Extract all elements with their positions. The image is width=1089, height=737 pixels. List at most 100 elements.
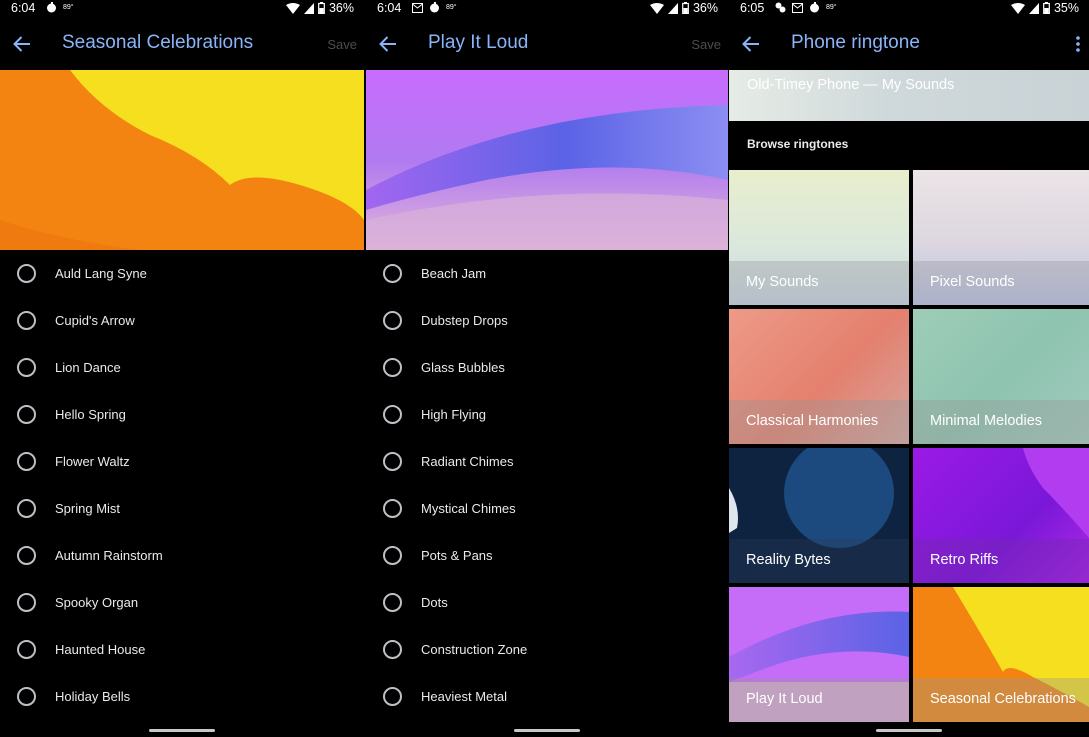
section-heading: Browse ringtones (747, 137, 849, 151)
radio-button[interactable] (17, 264, 36, 283)
battery-percent: 35% (1053, 1, 1079, 15)
ringtone-item[interactable]: Autumn Rainstorm (0, 532, 364, 579)
ringtone-item[interactable]: Pots & Pans (366, 532, 728, 579)
gesture-handle[interactable] (514, 729, 580, 732)
radio-button[interactable] (17, 546, 36, 565)
save-button[interactable]: Save (691, 37, 721, 52)
current-ringtone-text: Old-Timey Phone — My Sounds (747, 77, 955, 93)
battery-percent: 36% (328, 1, 354, 15)
ringtone-item[interactable]: Dots (366, 579, 728, 626)
battery-icon (1043, 2, 1050, 14)
wifi-icon (1010, 2, 1025, 14)
arrow-back-icon[interactable] (378, 34, 398, 54)
ringtone-label: Holiday Bells (55, 689, 131, 704)
radio-button[interactable] (17, 405, 36, 424)
gesture-handle[interactable] (149, 729, 215, 732)
ringtone-label: Hello Spring (55, 407, 126, 422)
app-bar: Phone ringtone (729, 17, 1089, 70)
category-tile-reality-bytes[interactable]: Reality Bytes (729, 448, 909, 583)
ringtone-item[interactable]: Radiant Chimes (366, 438, 728, 485)
radio-button[interactable] (383, 687, 402, 706)
notification-app-icon (810, 2, 819, 13)
ringtone-item[interactable]: Mystical Chimes (366, 485, 728, 532)
arrow-back-icon[interactable] (741, 34, 761, 54)
ringtone-item[interactable]: Lion Dance (0, 344, 364, 391)
category-tile-play-it-loud[interactable]: Play It Loud (729, 587, 909, 722)
signal-icon (667, 2, 678, 14)
radio-button[interactable] (17, 452, 36, 471)
category-label: Classical Harmonies (746, 413, 879, 429)
category-label: My Sounds (746, 274, 819, 290)
ringtone-item[interactable]: Hello Spring (0, 391, 364, 438)
app-bar: Seasonal Celebrations Save (0, 17, 364, 70)
ringtone-item[interactable]: Holiday Bells (0, 673, 364, 720)
category-tile-seasonal-celebrations[interactable]: Seasonal Celebrations (913, 587, 1089, 722)
ringtone-item[interactable]: Heaviest Metal (366, 673, 728, 720)
ringtone-item[interactable]: Flower Waltz (0, 438, 364, 485)
radio-button[interactable] (383, 546, 402, 565)
ringtone-item[interactable]: Auld Lang Syne (0, 250, 364, 297)
ringtone-item[interactable]: Spring Mist (0, 485, 364, 532)
status-bar: 6:04 89° 36% (366, 0, 728, 17)
ringtone-label: Auld Lang Syne (55, 266, 147, 281)
ringtone-list: Auld Lang Syne Cupid's Arrow Lion Dance … (0, 250, 364, 720)
radio-button[interactable] (17, 358, 36, 377)
radio-button[interactable] (383, 405, 402, 424)
ringtone-label: Spooky Organ (55, 595, 139, 610)
category-tile-my-sounds[interactable]: My Sounds (729, 170, 909, 305)
category-label: Retro Riffs (930, 552, 999, 568)
radio-button[interactable] (383, 452, 402, 471)
ringtone-label: Beach Jam (421, 266, 487, 281)
radio-button[interactable] (17, 499, 36, 518)
ringtone-label: Haunted House (55, 642, 146, 657)
radio-button[interactable] (383, 264, 402, 283)
radio-button[interactable] (17, 311, 36, 330)
category-label: Minimal Melodies (930, 413, 1043, 429)
ringtone-label: High Flying (421, 407, 487, 422)
battery-percent: 36% (692, 1, 718, 15)
battery-icon (682, 2, 689, 14)
ringtone-label: Pots & Pans (421, 548, 493, 563)
ringtone-item[interactable]: High Flying (366, 391, 728, 438)
radio-button[interactable] (383, 640, 402, 659)
signal-icon (303, 2, 314, 14)
status-bar: 6:05 89° 35% (729, 0, 1089, 17)
ringtone-item[interactable]: Glass Bubbles (366, 344, 728, 391)
radio-button[interactable] (383, 358, 402, 377)
ringtone-item[interactable]: Cupid's Arrow (0, 297, 364, 344)
ringtone-item[interactable]: Spooky Organ (0, 579, 364, 626)
status-time: 6:04 (377, 1, 402, 15)
category-artwork (0, 70, 364, 250)
category-tile-classical-harmonies[interactable]: Classical Harmonies (729, 309, 909, 444)
ringtone-item[interactable]: Construction Zone (366, 626, 728, 673)
play-it-loud-screen: 6:04 89° 36% Play It Loud Save Beach Jam… (366, 0, 728, 737)
radio-button[interactable] (17, 687, 36, 706)
ringtone-label: Autumn Rainstorm (55, 548, 163, 563)
radio-button[interactable] (383, 593, 402, 612)
status-temperature: 89° (826, 4, 837, 11)
status-temperature: 89° (63, 4, 74, 11)
arrow-back-icon[interactable] (12, 34, 32, 54)
category-tile-pixel-sounds[interactable]: Pixel Sounds (913, 170, 1089, 305)
ringtone-item[interactable]: Haunted House (0, 626, 364, 673)
ringtone-label: Radiant Chimes (421, 454, 514, 469)
ringtone-label: Lion Dance (55, 360, 121, 375)
radio-button[interactable] (17, 593, 36, 612)
photos-icon (775, 2, 786, 13)
ringtone-item[interactable]: Beach Jam (366, 250, 728, 297)
radio-button[interactable] (383, 499, 402, 518)
save-button[interactable]: Save (327, 37, 357, 52)
current-ringtone-card[interactable]: Old-Timey Phone — My Sounds (729, 70, 1089, 121)
category-label: Reality Bytes (746, 552, 831, 568)
phone-ringtone-screen: 6:05 89° 35% Phone ringtone Old-Timey Ph… (729, 0, 1089, 737)
ringtone-label: Dubstep Drops (421, 313, 508, 328)
radio-button[interactable] (383, 311, 402, 330)
more-vert-icon[interactable] (1075, 36, 1081, 52)
category-tile-minimal-melodies[interactable]: Minimal Melodies (913, 309, 1089, 444)
radio-button[interactable] (17, 640, 36, 659)
category-tile-retro-riffs[interactable]: Retro Riffs (913, 448, 1089, 583)
ringtone-item[interactable]: Dubstep Drops (366, 297, 728, 344)
gesture-handle[interactable] (876, 729, 942, 732)
status-bar: 6:04 89° 36% (0, 0, 364, 17)
wifi-icon (649, 2, 664, 14)
